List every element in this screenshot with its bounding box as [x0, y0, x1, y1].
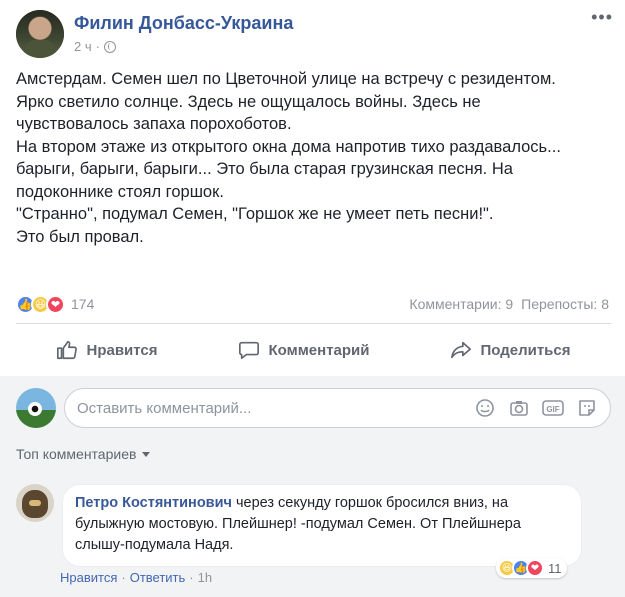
- comment-like-link[interactable]: Нравится: [60, 570, 117, 585]
- post-time[interactable]: 2 ч: [74, 39, 92, 54]
- post-line: На втором этаже из открытого окна дома н…: [16, 137, 561, 156]
- comment-bubble: Петро Костянтинович через секунду горшок…: [62, 484, 582, 567]
- reaction-count[interactable]: 174: [71, 296, 94, 312]
- action-bar: Нравится Комментарий Поделиться: [16, 332, 611, 368]
- comment-author[interactable]: Петро Костянтинович: [75, 495, 232, 511]
- comment-input[interactable]: Оставить комментарий... GIF: [64, 388, 611, 428]
- gif-icon[interactable]: GIF: [542, 397, 564, 419]
- share-button[interactable]: Поделиться: [440, 333, 580, 367]
- divider: [16, 323, 611, 324]
- comment-icon: [239, 341, 260, 360]
- thumbs-up-icon: [57, 340, 78, 360]
- like-label: Нравится: [86, 341, 158, 359]
- share-label: Поделиться: [480, 341, 571, 359]
- comment-placeholder: Оставить комментарий...: [77, 399, 252, 417]
- separator: ·: [121, 570, 126, 585]
- caret-down-icon: [142, 451, 151, 457]
- page-avatar[interactable]: [16, 10, 64, 58]
- post-line: подоконнике стоял горшок.: [16, 182, 224, 201]
- love-icon: ❤: [46, 294, 65, 314]
- share-icon: [451, 341, 472, 359]
- reactions-bar: 👍 😆 ❤ 174 Комментарии: 9 Перепосты: 8: [16, 292, 609, 316]
- post-line: Это был провал.: [16, 227, 144, 246]
- page-name[interactable]: Филин Донбасс-Украина: [74, 12, 293, 34]
- post-line: "Странно", подумал Семен, "Горшок же не …: [16, 205, 494, 223]
- svg-text:GIF: GIF: [546, 405, 559, 414]
- comment-time[interactable]: 1h: [198, 570, 212, 585]
- header-text: Филин Донбасс-Украина 2 ч ·: [74, 10, 293, 60]
- sticker-icon[interactable]: [576, 397, 598, 419]
- commenter-avatar[interactable]: [16, 484, 54, 522]
- post-line: чувствовалось запаха порохоботов.: [16, 115, 292, 133]
- comment-reaction-count: 11: [548, 560, 562, 576]
- reaction-icons[interactable]: 👍 😆 ❤: [16, 294, 65, 314]
- comment-reply-link[interactable]: Ответить: [130, 570, 186, 585]
- emoji-icon[interactable]: [474, 397, 496, 419]
- comments-area: Оставить комментарий... GIF Топ коммента…: [0, 376, 625, 597]
- avatar-dog-glasses: [29, 500, 41, 506]
- shares-count[interactable]: Перепосты: 8: [521, 296, 609, 312]
- avatar-ball: [28, 402, 42, 416]
- comment: Петро Костянтинович через секунду горшок…: [16, 484, 582, 578]
- more-options-icon[interactable]: •••: [591, 8, 613, 26]
- camera-icon[interactable]: [508, 397, 530, 419]
- composer-icons: GIF: [474, 397, 598, 419]
- reaction-stats: Комментарии: 9 Перепосты: 8: [409, 296, 609, 312]
- post-line: барыги, барыги, барыги... Это была стара…: [16, 160, 513, 178]
- post-meta: 2 ч ·: [74, 39, 293, 54]
- sort-label: Топ комментариев: [16, 446, 137, 462]
- like-button[interactable]: Нравится: [46, 333, 167, 367]
- post-header: Филин Донбасс-Украина 2 ч ·: [16, 10, 293, 60]
- globe-icon: [103, 40, 116, 53]
- separator: ·: [189, 570, 194, 585]
- top-comments-dropdown[interactable]: Топ комментариев: [16, 446, 151, 462]
- user-avatar[interactable]: [16, 388, 56, 428]
- post-text: Амстердам. Семен шел по Цветочной улице …: [16, 68, 616, 248]
- comment-actions: Нравится · Ответить · 1h: [60, 570, 212, 585]
- love-icon: ❤: [526, 559, 544, 577]
- comment-button[interactable]: Комментарий: [228, 333, 379, 367]
- avatar-photo-shoulders: [24, 40, 56, 58]
- comment-label: Комментарий: [268, 341, 370, 359]
- post-line: Амстердам. Семен шел по Цветочной улице …: [16, 70, 556, 88]
- comment-reactions[interactable]: 😆 👍 ❤ 11: [496, 558, 567, 578]
- meta-separator: ·: [95, 39, 100, 54]
- comments-count[interactable]: Комментарии: 9: [409, 296, 513, 312]
- comment-composer: Оставить комментарий... GIF: [16, 388, 611, 428]
- post-line: Ярко светило солнце. Здесь не ощущалось …: [16, 92, 481, 111]
